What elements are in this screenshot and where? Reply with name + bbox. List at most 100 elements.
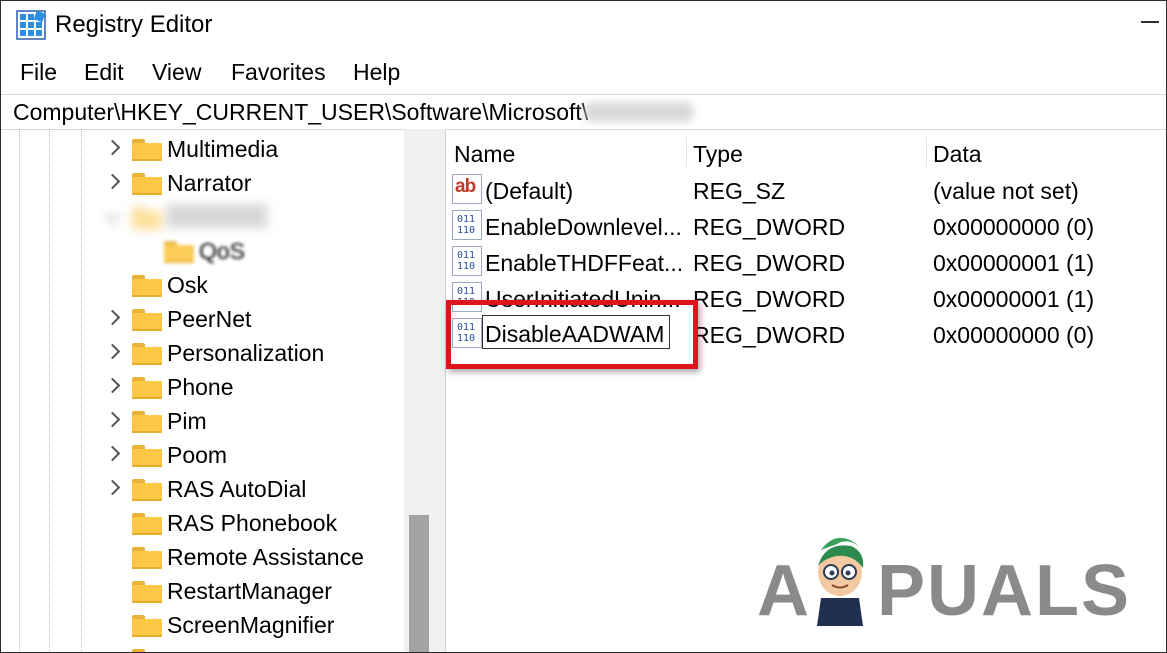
watermark-text-left: A <box>757 551 811 631</box>
folder-icon <box>132 547 162 569</box>
registry-editor-icon <box>16 10 46 40</box>
value-type: REG_DWORD <box>693 322 846 348</box>
tree-item-label: Remote Assistance <box>167 544 364 570</box>
tree-item-label: RAS Phonebook <box>167 510 338 536</box>
folder-icon <box>132 377 162 399</box>
pane-splitter[interactable] <box>433 129 446 652</box>
menu-favorites[interactable]: Favorites <box>229 59 328 86</box>
value-data: 0x00000001 (1) <box>933 250 1095 276</box>
folder-icon <box>132 173 162 195</box>
minimize-button[interactable] <box>1141 21 1159 23</box>
tree-item-label: Multimedia <box>167 136 279 162</box>
tree-item-label: Personalization <box>167 340 325 366</box>
tree-item-personalization[interactable]: Personalization <box>1 337 401 371</box>
dword-value-icon: 011 110 <box>452 246 482 276</box>
tree-item-peernet[interactable]: PeerNet <box>1 303 401 337</box>
value-type: REG_SZ <box>693 178 786 204</box>
folder-icon <box>164 241 194 263</box>
column-header-type[interactable]: Type <box>686 129 926 169</box>
value-row[interactable]: 011 110 EnableDownlevel... REG_DWORD 0x00… <box>446 208 1166 244</box>
tree-item-label: Phone <box>167 374 234 400</box>
tree-scrollbar[interactable] <box>404 129 433 652</box>
expand-chevron-icon[interactable] <box>104 377 121 394</box>
expand-chevron-icon[interactable] <box>104 139 121 156</box>
dword-value-icon: 011 110 <box>452 210 482 240</box>
tree-item-label: Osk <box>167 272 208 298</box>
string-value-icon: ab <box>452 174 482 204</box>
tree-item-label: QoS <box>199 238 246 264</box>
folder-icon <box>132 139 162 161</box>
tree-item-osk[interactable]: Osk <box>1 269 401 303</box>
tree-item-label: Narrator <box>167 170 252 196</box>
column-header-label: Name <box>454 141 516 167</box>
address-bar[interactable]: Computer\HKEY_CURRENT_USER\Software\Micr… <box>1 94 1166 130</box>
tree-scrollbar-thumb[interactable] <box>409 515 429 652</box>
title-bar[interactable]: Registry Editor <box>1 1 1166 49</box>
expand-chevron-icon[interactable] <box>104 309 121 326</box>
folder-icon <box>132 309 162 331</box>
tree-item-narrator[interactable]: Narrator <box>1 167 401 201</box>
expand-chevron-icon[interactable] <box>104 173 121 190</box>
window-title: Registry Editor <box>55 11 213 38</box>
folder-icon <box>132 411 162 433</box>
folder-icon <box>132 275 162 297</box>
value-data: 0x00000000 (0) <box>933 322 1095 348</box>
tree-item-label: Poom <box>167 442 228 468</box>
highlight-annotation <box>446 300 698 369</box>
menu-file[interactable]: File <box>18 59 59 86</box>
column-header-label: Type <box>693 141 743 167</box>
value-name: EnableDownlevel... <box>485 214 682 240</box>
address-path[interactable]: Computer\HKEY_CURRENT_USER\Software\Micr… <box>13 99 588 126</box>
folder-icon <box>132 343 162 365</box>
expand-chevron-icon[interactable] <box>104 479 121 496</box>
tree-item-partial[interactable] <box>1 643 401 652</box>
tree-item-label: PeerNet <box>167 306 252 332</box>
tree-item-ras-autodial[interactable]: RAS AutoDial <box>1 473 401 507</box>
folder-icon <box>132 445 162 467</box>
column-header-name[interactable]: Name <box>446 129 686 169</box>
value-data: 0x00000000 (0) <box>933 214 1095 240</box>
expand-chevron-icon[interactable] <box>104 445 121 462</box>
tree-item-poom[interactable]: Poom <box>1 439 401 473</box>
menu-help[interactable]: Help <box>351 59 402 86</box>
menu-edit[interactable]: Edit <box>82 59 126 86</box>
menu-bar: File Edit View Favorites Help <box>1 57 1166 91</box>
value-row[interactable]: 011 110 EnableTHDFFeat... REG_DWORD 0x000… <box>446 244 1166 280</box>
value-row-default[interactable]: ab (Default) REG_SZ (value not set) <box>446 172 1166 208</box>
value-type: REG_DWORD <box>693 250 846 276</box>
tree-item-screenmagnifier[interactable]: ScreenMagnifier <box>1 609 401 643</box>
folder-icon <box>132 479 162 501</box>
tree-item-qos[interactable]: QoS <box>1 235 401 269</box>
tree-item-ras-phonebook[interactable]: RAS Phonebook <box>1 507 401 541</box>
collapse-chevron-icon[interactable] <box>104 207 121 224</box>
mascot-icon <box>817 537 864 626</box>
tree-item-label: RestartManager <box>167 578 332 604</box>
folder-icon <box>132 581 162 603</box>
tree-item-label: Pim <box>167 408 207 434</box>
watermark-text-right: PUALS <box>877 551 1132 631</box>
value-type: REG_DWORD <box>693 286 846 312</box>
value-type: REG_DWORD <box>693 214 846 240</box>
tree-item-phone[interactable]: Phone <box>1 371 401 405</box>
value-name: (Default) <box>485 178 574 204</box>
tree-item-remote-assistance[interactable]: Remote Assistance <box>1 541 401 575</box>
column-header-label: Data <box>933 141 982 167</box>
tree-item-restartmanager[interactable]: RestartManager <box>1 575 401 609</box>
folder-icon <box>132 615 162 637</box>
value-data: (value not set) <box>933 178 1079 204</box>
folder-icon <box>132 649 162 652</box>
column-header-data[interactable]: Data <box>926 129 1166 169</box>
registry-editor-window: Registry Editor File Edit View Favorites… <box>0 0 1167 653</box>
tree-item-multimedia[interactable]: Multimedia <box>1 133 401 167</box>
tree-item-label: RAS AutoDial <box>167 476 307 502</box>
tree-item-redacted[interactable] <box>1 201 401 235</box>
folder-icon <box>132 207 162 229</box>
expand-chevron-icon[interactable] <box>104 411 121 428</box>
folder-icon <box>132 513 162 535</box>
expand-chevron-icon[interactable] <box>104 343 121 360</box>
menu-view[interactable]: View <box>150 59 203 86</box>
key-tree-pane[interactable]: Multimedia Narrator QoS Osk PeerNet Pers… <box>1 129 433 652</box>
tree-item-label <box>167 204 267 228</box>
tree-item-pim[interactable]: Pim <box>1 405 401 439</box>
appuals-watermark: A PUALS <box>757 528 1137 631</box>
